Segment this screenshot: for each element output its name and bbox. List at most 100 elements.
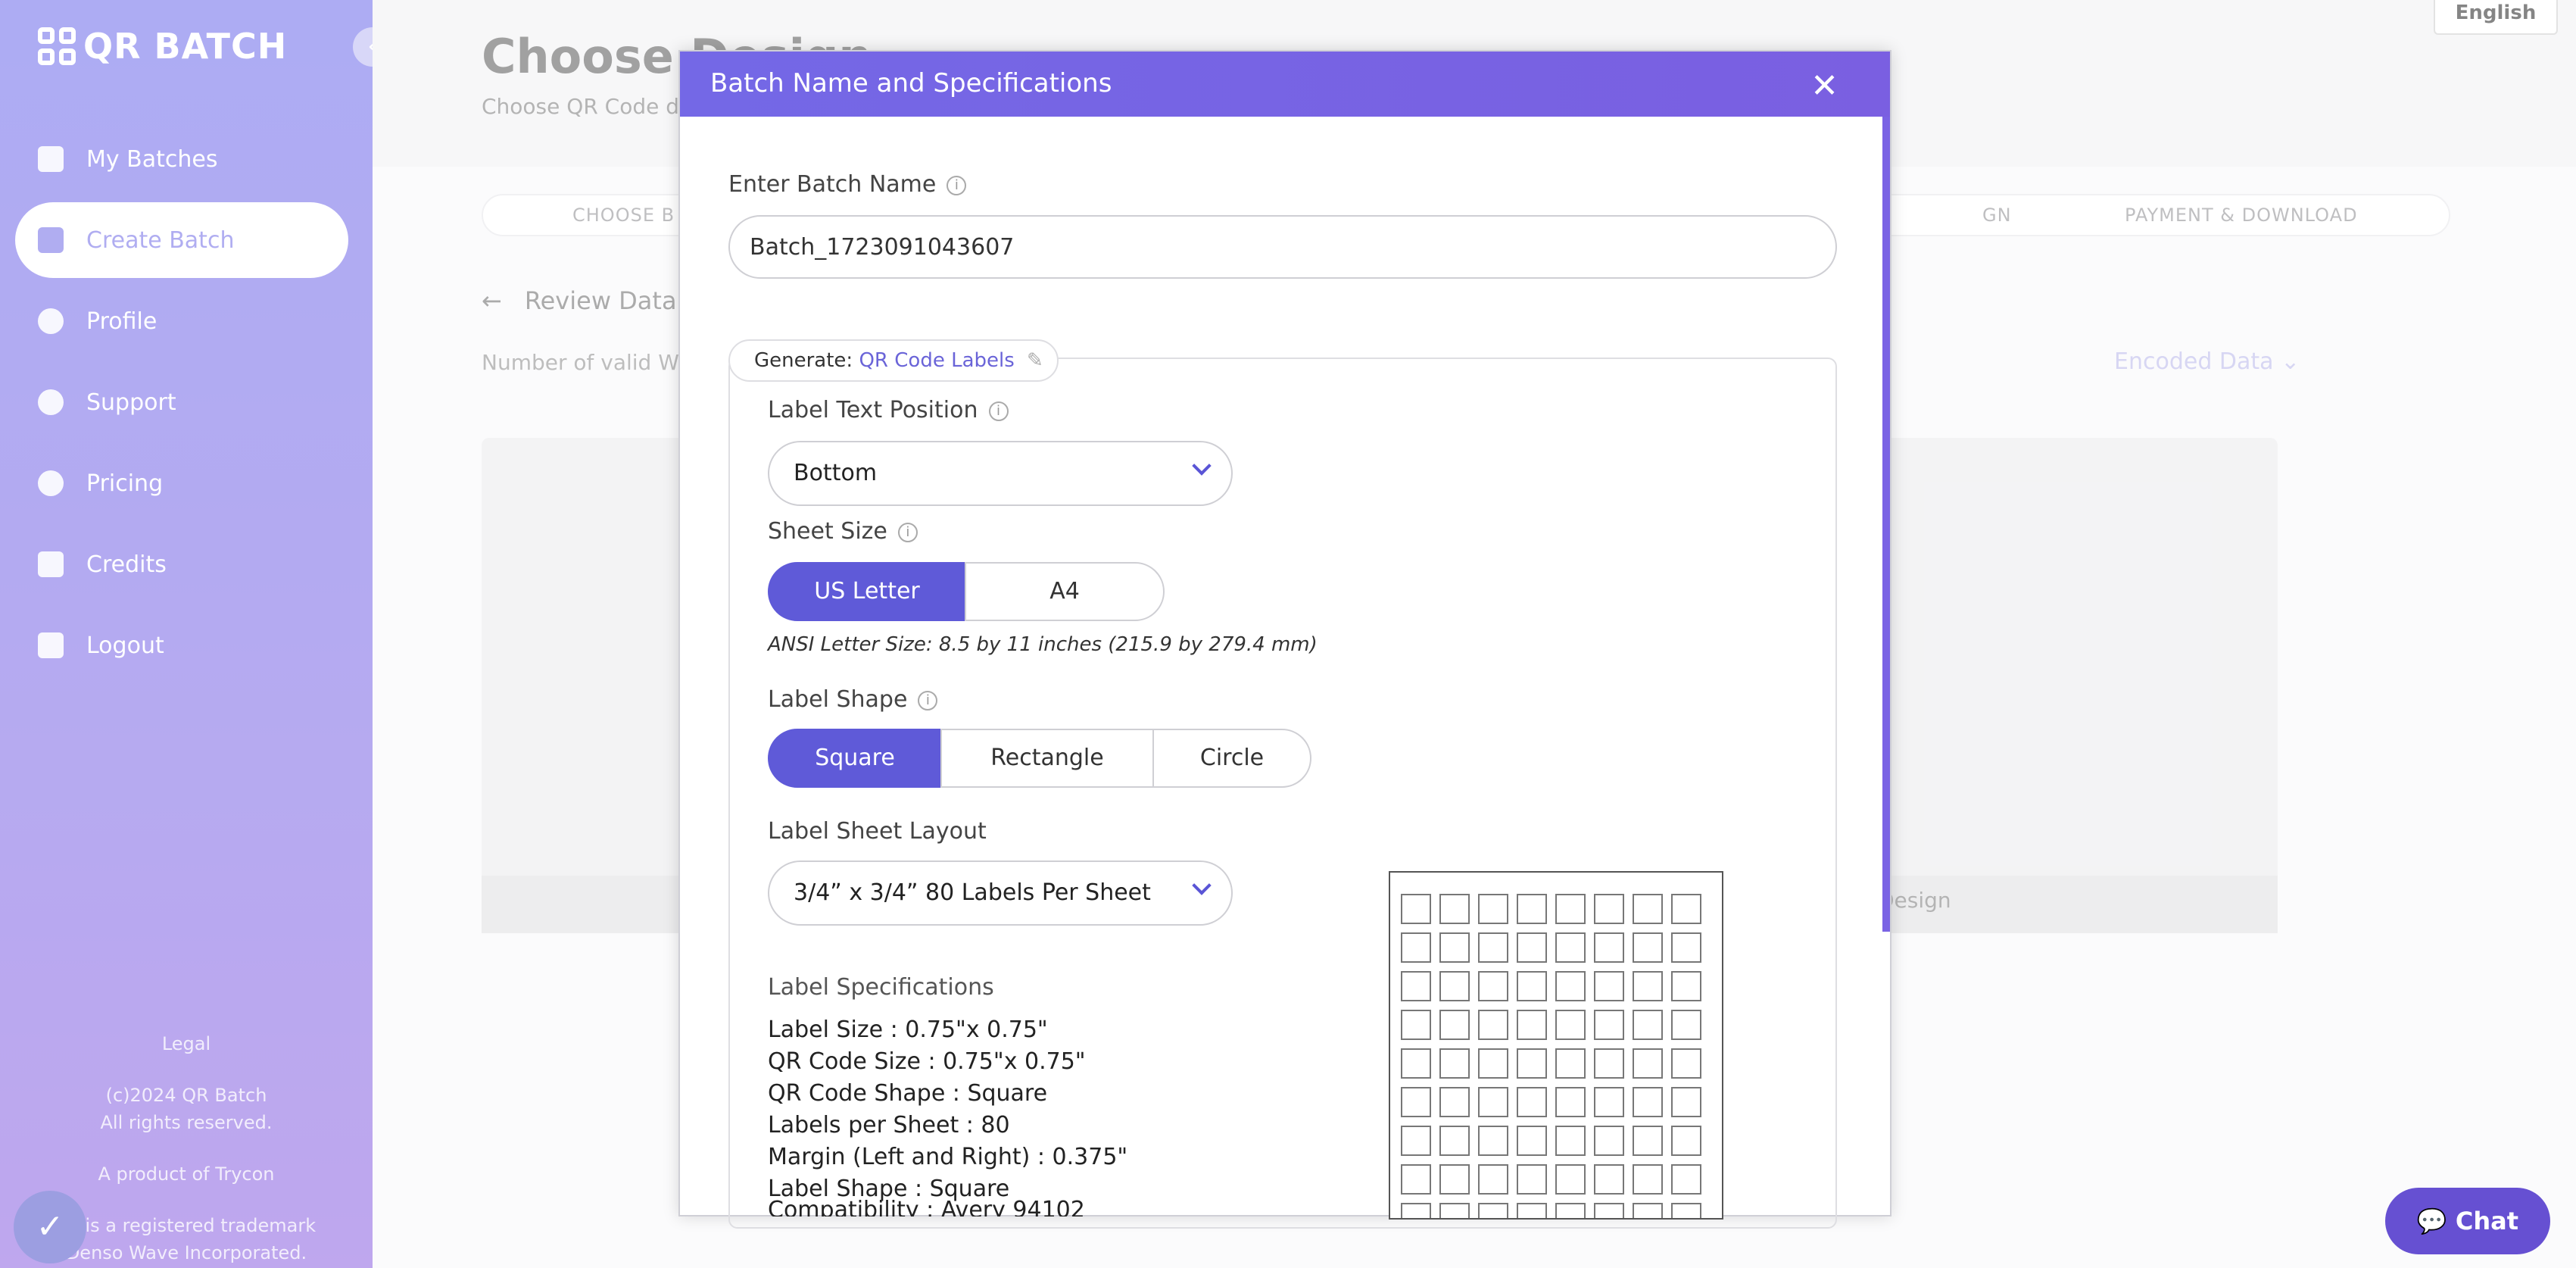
label-cell	[1439, 1164, 1470, 1195]
sheet-size-toggle: US Letter A4	[768, 562, 1165, 621]
batch-name-input[interactable]	[728, 215, 1837, 279]
pencil-icon[interactable]: ✎	[1027, 341, 1043, 380]
chevron-down-icon	[1192, 456, 1212, 476]
shape-circle-button[interactable]: Circle	[1152, 729, 1311, 788]
label-cell	[1478, 1126, 1508, 1156]
label-cell	[1401, 1126, 1431, 1156]
label-cell	[1633, 894, 1663, 924]
label-cell	[1401, 1087, 1431, 1117]
label-cell	[1633, 1048, 1663, 1079]
label-cell	[1555, 932, 1586, 963]
close-icon[interactable]: ✕	[1810, 70, 1838, 103]
label-cell	[1439, 1010, 1470, 1040]
label-cell	[1478, 1164, 1508, 1195]
label-cell	[1478, 932, 1508, 963]
label-cell	[1401, 932, 1431, 963]
generate-type-link[interactable]: QR Code Labels	[859, 349, 1014, 372]
label-cell	[1439, 1048, 1470, 1079]
label-cell	[1594, 1164, 1624, 1195]
info-icon[interactable]: i	[988, 401, 1009, 421]
label-cell	[1401, 971, 1431, 1001]
label-cell	[1594, 932, 1624, 963]
label-cell	[1633, 932, 1663, 963]
label-cell	[1439, 1203, 1470, 1218]
spec-compatibility: Compatibility : Avery 94102	[768, 1197, 1085, 1216]
info-icon[interactable]: i	[897, 522, 918, 542]
label-cell	[1401, 1010, 1431, 1040]
label-cell	[1517, 1203, 1547, 1218]
label-cell	[1633, 1087, 1663, 1117]
label-cell	[1671, 1087, 1701, 1117]
sheet-size-a4-button[interactable]: A4	[965, 562, 1165, 621]
modal-title: Batch Name and Specifications	[710, 68, 1112, 98]
label-sheet-grid	[1401, 894, 1701, 1218]
label-cell	[1439, 932, 1470, 963]
label-cell	[1401, 1048, 1431, 1079]
sheet-layout-select[interactable]: 3/4” x 3/4” 80 Labels Per Sheet	[768, 860, 1233, 926]
label-cell	[1478, 1010, 1508, 1040]
shape-square-button[interactable]: Square	[768, 729, 942, 788]
label-cell	[1555, 894, 1586, 924]
label-cell	[1517, 1164, 1547, 1195]
label-cell	[1594, 1010, 1624, 1040]
sheet-size-label: Sheet Size i	[768, 518, 918, 545]
label-cell	[1439, 1087, 1470, 1117]
label-cell	[1555, 1048, 1586, 1079]
info-icon[interactable]: i	[918, 690, 938, 711]
label-cell	[1671, 1164, 1701, 1195]
label-cell	[1401, 1164, 1431, 1195]
label-cell	[1555, 1126, 1586, 1156]
label-cell	[1671, 1048, 1701, 1079]
label-cell	[1671, 894, 1701, 924]
label-cell	[1594, 1087, 1624, 1117]
label-cell	[1594, 1203, 1624, 1218]
label-cell	[1517, 971, 1547, 1001]
text-position-label: Label Text Position i	[768, 397, 1009, 423]
text-position-select[interactable]: Bottom	[768, 441, 1233, 506]
label-cell	[1671, 1126, 1701, 1156]
batch-spec-modal: Batch Name and Specifications ✕ Enter Ba…	[678, 50, 1891, 1229]
sheet-size-us-letter-button[interactable]: US Letter	[768, 562, 966, 621]
label-cell	[1478, 971, 1508, 1001]
sheet-size-note: ANSI Letter Size: 8.5 by 11 inches (215.…	[768, 633, 1318, 656]
spec-qr-size: QR Code Size : 0.75"x 0.75"	[768, 1048, 1086, 1075]
modal-scroll-accent	[1882, 117, 1890, 932]
label-cell	[1517, 1126, 1547, 1156]
label-cell	[1594, 971, 1624, 1001]
info-icon[interactable]: i	[947, 175, 967, 195]
label-cell	[1401, 894, 1431, 924]
label-cell	[1439, 971, 1470, 1001]
label-cell	[1517, 1048, 1547, 1079]
sheet-layout-label: Label Sheet Layout	[768, 818, 987, 845]
spec-margin: Margin (Left and Right) : 0.375"	[768, 1144, 1128, 1170]
spec-labels-per-sheet: Labels per Sheet : 80	[768, 1112, 1010, 1138]
chat-button[interactable]: 💬 Chat	[2385, 1188, 2550, 1254]
label-cell	[1633, 971, 1663, 1001]
label-cell	[1517, 932, 1547, 963]
label-cell	[1633, 1164, 1663, 1195]
label-cell	[1517, 1010, 1547, 1040]
label-cell	[1671, 1203, 1701, 1218]
chat-bubble-icon: 💬	[2416, 1207, 2447, 1235]
label-cell	[1478, 894, 1508, 924]
generate-selector[interactable]: Generate: QR Code Labels ✎	[728, 339, 1059, 382]
batch-name-label: Enter Batch Name i	[728, 171, 967, 198]
label-cell	[1478, 1087, 1508, 1117]
label-cell	[1555, 1087, 1586, 1117]
label-sheet-preview	[1389, 871, 1723, 1220]
label-cell	[1633, 1010, 1663, 1040]
label-cell	[1478, 1203, 1508, 1218]
label-cell	[1555, 1164, 1586, 1195]
label-cell	[1555, 1010, 1586, 1040]
label-cell	[1517, 894, 1547, 924]
label-cell	[1478, 1048, 1508, 1079]
label-cell	[1401, 1203, 1431, 1218]
spec-qr-shape: QR Code Shape : Square	[768, 1080, 1048, 1107]
label-cell	[1671, 932, 1701, 963]
shape-rectangle-button[interactable]: Rectangle	[940, 729, 1154, 788]
label-cell	[1555, 1203, 1586, 1218]
label-cell	[1671, 971, 1701, 1001]
label-cell	[1594, 894, 1624, 924]
label-cell	[1555, 971, 1586, 1001]
label-cell	[1517, 1087, 1547, 1117]
